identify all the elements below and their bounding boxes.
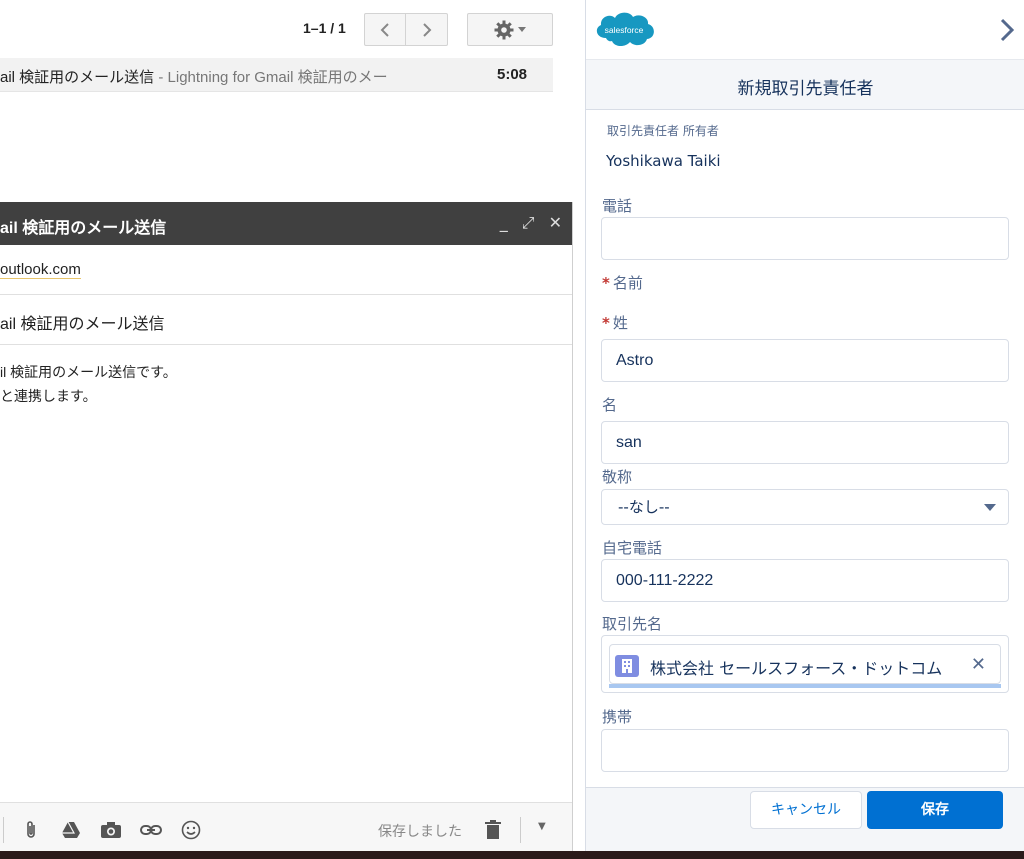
emoji-icon[interactable] <box>180 819 202 841</box>
homephone-input[interactable]: 000-111-2222 <box>601 559 1009 602</box>
link-icon[interactable] <box>140 819 162 841</box>
gmail-pane: 1–1 / 1 ail 検証用のメール送信 - Lightning for Gm… <box>0 0 585 859</box>
account-name: 株式会社 セールスフォース・ドットコム <box>650 659 943 678</box>
settings-button[interactable] <box>467 13 553 46</box>
divider <box>3 817 4 843</box>
gear-icon <box>494 20 514 39</box>
compose-title: ail 検証用のメール送信 <box>0 220 167 237</box>
salesforce-panel: salesforce 新規取引先責任者 取引先責任者 所有者 Yoshikawa… <box>585 0 1024 859</box>
mobile-input[interactable] <box>601 729 1009 772</box>
form-footer: キャンセル 保存 <box>586 787 1024 859</box>
older-button[interactable] <box>364 13 406 46</box>
owner-label: 取引先責任者 所有者 <box>607 124 719 138</box>
owner-value: Yoshikawa Taiki <box>606 152 721 170</box>
subject-field[interactable]: ail 検証用のメール送信 <box>0 295 572 345</box>
to-field[interactable]: outlook.com <box>0 245 572 295</box>
salesforce-header: salesforce <box>586 0 1024 59</box>
trash-icon[interactable] <box>485 820 501 844</box>
minimize-icon[interactable]: _ <box>500 213 508 233</box>
phone-label: 電話 <box>602 197 633 215</box>
firstname-label: 名 <box>602 396 618 414</box>
record-title: 新規取引先責任者 <box>737 79 874 99</box>
new-contact-form: 取引先責任者 所有者 Yoshikawa Taiki 電話 * 名前 * 姓 Ast… <box>586 110 1024 787</box>
save-status: 保存しました <box>378 824 462 840</box>
close-icon[interactable]: ✕ <box>549 213 562 233</box>
lastname-label: * 姓 <box>602 314 628 332</box>
account-lookup[interactable]: 株式会社 セールスフォース・ドットコム ✕ <box>601 635 1009 693</box>
firstname-input[interactable]: san <box>601 421 1009 464</box>
newer-button[interactable] <box>406 13 448 46</box>
homephone-label: 自宅電話 <box>602 539 663 557</box>
compose-window: ail 検証用のメール送信 _ ⤢ ✕ outlook.com ail 検証用の… <box>0 202 573 859</box>
body-line: と連携します。 <box>0 388 97 404</box>
more-options-icon[interactable]: ▼ <box>538 821 546 832</box>
collapse-panel-icon[interactable] <box>997 18 1017 42</box>
mail-snippet: - Lightning for Gmail 検証用のメー <box>154 69 388 86</box>
compose-header[interactable]: ail 検証用のメール送信 _ ⤢ ✕ <box>0 202 572 245</box>
remove-icon[interactable]: ✕ <box>971 654 986 675</box>
mail-time: 5:08 <box>497 66 528 83</box>
phone-input[interactable] <box>601 217 1009 260</box>
gmail-toolbar: 1–1 / 1 <box>0 0 585 58</box>
salutation-label: 敬称 <box>602 468 633 486</box>
save-button[interactable]: 保存 <box>867 791 1003 829</box>
mail-subject: ail 検証用のメール送信 - Lightning for Gmail 検証用の… <box>0 69 388 86</box>
drive-icon[interactable] <box>60 819 82 841</box>
account-pill[interactable]: 株式会社 セールスフォース・ドットコム ✕ <box>609 644 1001 684</box>
mail-list-row[interactable]: ail 検証用のメール送信 - Lightning for Gmail 検証用の… <box>0 58 553 92</box>
salutation-select[interactable]: --なし-- <box>601 489 1009 525</box>
recipient-chip[interactable]: outlook.com <box>0 261 81 279</box>
mobile-label: 携帯 <box>602 708 633 726</box>
subject-text: ail 検証用のメール送信 <box>0 316 165 333</box>
divider <box>520 817 521 843</box>
salesforce-logo-icon: salesforce <box>596 12 654 47</box>
body-line: il 検証用のメール送信です。 <box>0 364 177 380</box>
chevron-right-icon <box>422 22 431 37</box>
caret-down-icon <box>518 26 526 32</box>
salutation-value: --なし-- <box>618 498 670 516</box>
focus-bar <box>609 684 1001 688</box>
chevron-left-icon <box>380 22 389 37</box>
compose-body[interactable]: il 検証用のメール送信です。 と連携します。 <box>0 360 177 408</box>
camera-icon[interactable] <box>100 819 122 841</box>
pager-count: 1–1 / 1 <box>303 20 346 36</box>
cancel-button[interactable]: キャンセル <box>750 791 862 829</box>
expand-icon[interactable]: ⤢ <box>522 213 535 233</box>
logo-text: salesforce <box>605 25 644 35</box>
desktop-strip <box>0 851 1024 859</box>
name-label: * 名前 <box>602 274 643 292</box>
dropdown-caret-icon <box>984 504 996 511</box>
account-label: 取引先名 <box>602 615 663 633</box>
lastname-input[interactable]: Astro <box>601 339 1009 382</box>
attach-icon[interactable] <box>20 819 42 841</box>
account-icon <box>615 655 639 677</box>
record-title-bar: 新規取引先責任者 <box>586 59 1024 110</box>
